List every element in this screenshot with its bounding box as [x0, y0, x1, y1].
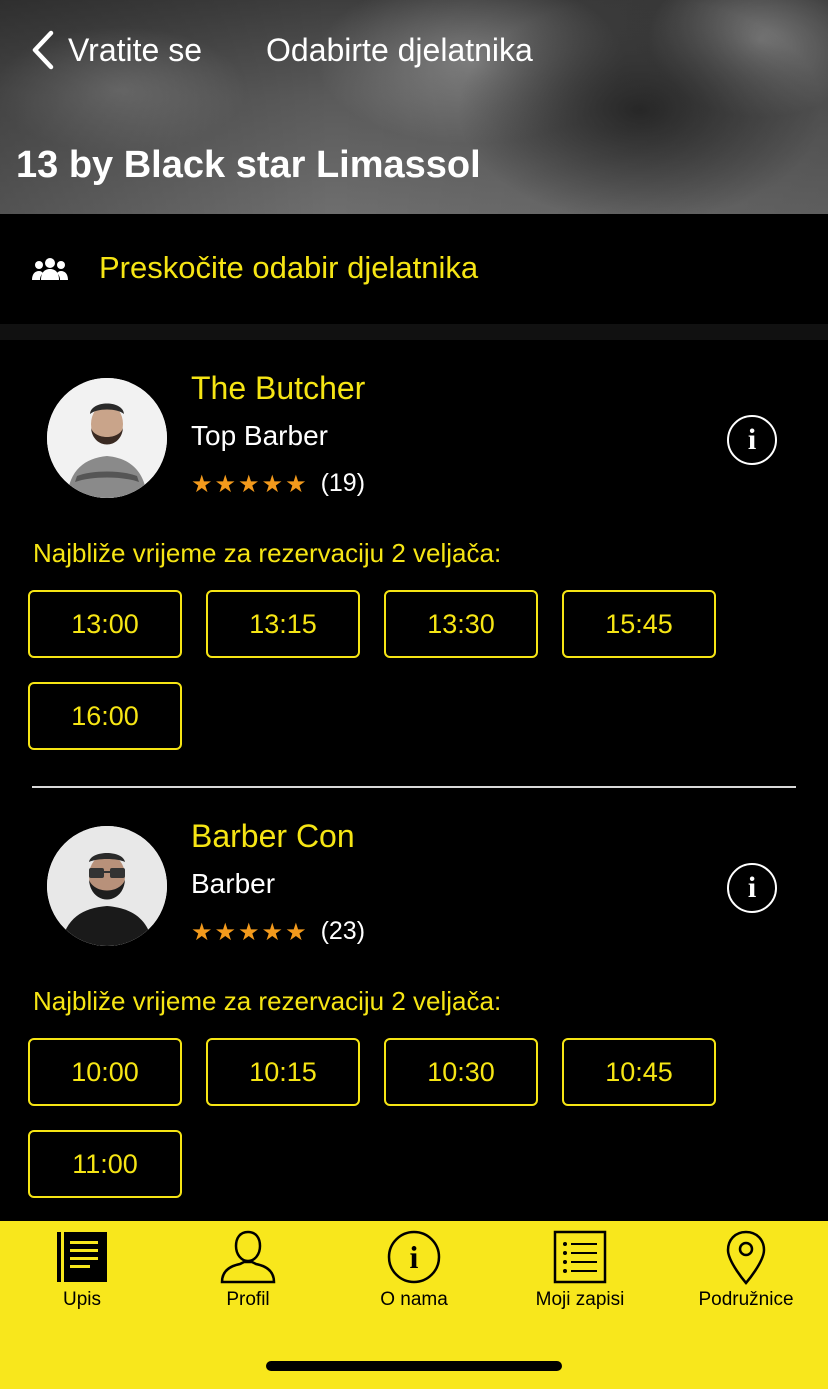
barber-avatar[interactable] — [47, 378, 167, 498]
barber-avatar[interactable] — [47, 826, 167, 946]
availability-label: Najbliže vrijeme za rezervaciju 2 veljač… — [33, 538, 502, 568]
tab-label: Moji zapisi — [535, 1289, 625, 1310]
time-slot-button[interactable]: 10:30 — [384, 1038, 538, 1106]
tab-upis[interactable]: Upis — [7, 1229, 157, 1319]
svg-text:i: i — [410, 1239, 419, 1275]
review-count: (19) — [320, 469, 366, 497]
location-pin-icon — [726, 1230, 766, 1285]
barber-info-button[interactable]: i — [727, 863, 777, 913]
tab-o-nama[interactable]: i O nama — [339, 1229, 489, 1319]
tab-label: Podružnice — [698, 1289, 794, 1310]
info-icon: i — [747, 423, 757, 456]
barber-rating: ★★★★★ (23) — [191, 917, 365, 946]
tab-podruznice[interactable]: Podružnice — [671, 1229, 821, 1319]
user-icon — [220, 1230, 276, 1284]
barber-rating: ★★★★★ (19) — [191, 469, 365, 498]
rating-stars: ★★★★★ — [191, 469, 309, 498]
people-icon — [32, 258, 68, 280]
tab-label: O nama — [380, 1289, 448, 1310]
section-separator — [0, 324, 828, 340]
chevron-left-icon — [32, 30, 54, 70]
time-slot-button[interactable]: 11:00 — [28, 1130, 182, 1198]
time-slot-button[interactable]: 13:00 — [28, 590, 182, 658]
header-hero: Vratite se Odabirte djelatnika 13 by Bla… — [0, 0, 828, 214]
time-slot-button[interactable]: 16:00 — [28, 682, 182, 750]
barber-name[interactable]: The Butcher — [191, 370, 365, 407]
back-button[interactable]: Vratite se — [30, 26, 202, 74]
time-slot-button[interactable]: 10:00 — [28, 1038, 182, 1106]
shop-name: 13 by Black star Limassol — [16, 144, 481, 186]
time-slot-button[interactable]: 15:45 — [562, 590, 716, 658]
home-indicator — [266, 1361, 562, 1371]
info-icon: i — [747, 871, 757, 904]
barber-info-button[interactable]: i — [727, 415, 777, 465]
barber-name[interactable]: Barber Con — [191, 818, 355, 855]
time-slot-button[interactable]: 10:45 — [562, 1038, 716, 1106]
tab-label: Profil — [226, 1289, 270, 1310]
book-icon — [57, 1232, 107, 1282]
time-slot-button[interactable]: 13:30 — [384, 590, 538, 658]
tab-profil[interactable]: Profil — [173, 1229, 323, 1319]
time-slot-button[interactable]: 10:15 — [206, 1038, 360, 1106]
rating-stars: ★★★★★ — [191, 917, 309, 946]
skip-label: Preskočite odabir djelatnika — [99, 250, 479, 285]
list-icon — [553, 1230, 607, 1284]
avatar-photo — [47, 826, 167, 946]
tab-label: Upis — [62, 1289, 101, 1310]
time-slot-button[interactable]: 13:15 — [206, 590, 360, 658]
card-divider — [32, 786, 796, 788]
barber-role: Barber — [191, 868, 276, 899]
avatar-photo — [47, 378, 167, 498]
page-title: Odabirte djelatnika — [266, 32, 533, 68]
barber-role: Top Barber — [191, 420, 328, 451]
back-label: Vratite se — [68, 31, 202, 68]
availability-label: Najbliže vrijeme za rezervaciju 2 veljač… — [33, 986, 502, 1016]
tab-moji-zapisi[interactable]: Moji zapisi — [505, 1229, 655, 1319]
skip-employee-selection[interactable]: Preskočite odabir djelatnika — [0, 214, 828, 324]
review-count: (23) — [320, 917, 366, 945]
info-icon: i — [387, 1230, 441, 1284]
